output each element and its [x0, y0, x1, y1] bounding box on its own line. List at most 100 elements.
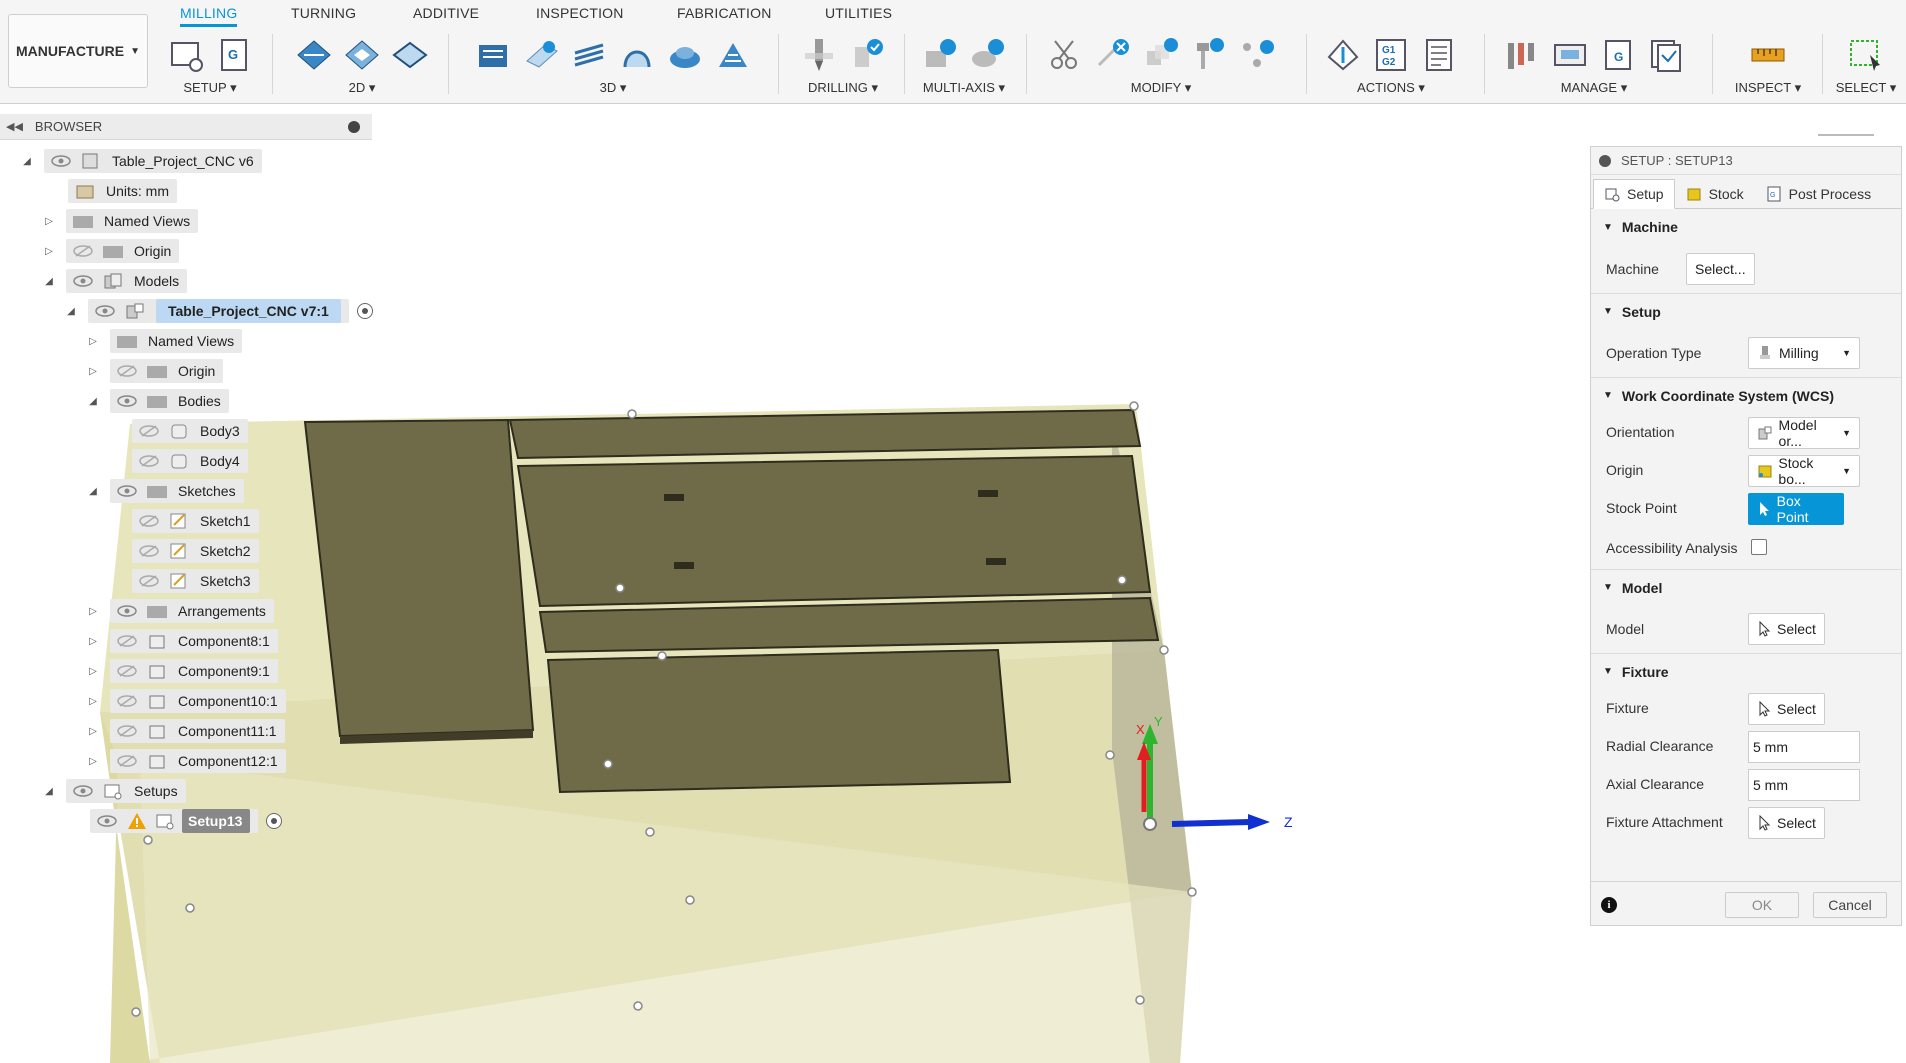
group-modify[interactable]: MODIFY ▾ — [1036, 36, 1286, 100]
expand-triangle-icon[interactable]: ▷ — [86, 636, 100, 647]
tab-additive[interactable]: ADDITIVE — [413, 5, 479, 21]
group-inspect[interactable]: INSPECT ▾ — [1722, 36, 1814, 100]
group-2d[interactable]: 2D ▾ — [282, 36, 442, 100]
post-library-icon[interactable] — [1647, 36, 1685, 74]
eye-icon[interactable] — [116, 604, 138, 618]
tree-item-named-views-2[interactable]: ▷ Named Views — [86, 328, 243, 354]
manual-nc-icon[interactable] — [1190, 36, 1228, 74]
expand-triangle-icon[interactable]: ▷ — [86, 726, 100, 737]
hole-recognition-icon[interactable] — [848, 36, 886, 74]
eye-hidden-icon[interactable] — [138, 574, 160, 588]
collapse-triangle-icon[interactable]: ◢ — [64, 306, 78, 317]
scallop-icon[interactable] — [714, 36, 752, 74]
expand-triangle-icon[interactable]: ▷ — [86, 366, 100, 377]
model-select-button[interactable]: Select — [1748, 613, 1825, 645]
eye-hidden-icon[interactable] — [72, 244, 94, 258]
fixture-attachment-select-button[interactable]: Select — [1748, 807, 1825, 839]
2d-pocket-icon[interactable] — [343, 36, 381, 74]
part-left-panel[interactable] — [303, 418, 535, 744]
fixture-select-button[interactable]: Select — [1748, 693, 1825, 725]
group-setup[interactable]: G SETUP ▾ — [160, 36, 260, 100]
cut-icon[interactable] — [1046, 36, 1084, 74]
expand-triangle-icon[interactable]: ▷ — [86, 696, 100, 707]
activate-radio-icon[interactable] — [266, 813, 283, 829]
section-wcs[interactable]: ▼ Work Coordinate System (WCS) — [1591, 377, 1901, 413]
group-multi-axis[interactable]: MULTI-AXIS ▾ — [914, 36, 1014, 100]
expand-triangle-icon[interactable]: ▷ — [86, 606, 100, 617]
section-setup[interactable]: ▼ Setup — [1591, 293, 1901, 329]
eye-hidden-icon[interactable] — [116, 664, 138, 678]
tab-setup[interactable]: Setup — [1593, 179, 1675, 209]
browser-header[interactable]: ◀◀ BROWSER — [0, 114, 372, 140]
tree-item-models[interactable]: ◢ Models — [42, 268, 188, 294]
multiaxis-contour-icon[interactable] — [969, 36, 1007, 74]
origin-dropdown[interactable]: Stock bo... ▼ — [1748, 455, 1860, 487]
section-machine[interactable]: ▼ Machine — [1591, 209, 1901, 245]
eye-icon[interactable] — [116, 484, 138, 498]
tool-library-icon[interactable] — [1503, 36, 1541, 74]
part-middle-panel[interactable] — [516, 454, 1152, 608]
collapse-triangle-icon[interactable]: ◢ — [20, 156, 34, 167]
tree-item-origin-2[interactable]: ▷ Origin — [86, 358, 224, 384]
radial-clearance-input[interactable] — [1748, 731, 1860, 763]
tree-item-sketches[interactable]: ◢ Sketches — [86, 478, 244, 504]
operation-type-dropdown[interactable]: Milling ▼ — [1748, 337, 1860, 369]
eye-hidden-icon[interactable] — [116, 364, 138, 378]
group-select[interactable]: SELECT ▾ — [1826, 36, 1906, 100]
eye-hidden-icon[interactable] — [138, 424, 160, 438]
group-actions[interactable]: G1 G2 ACTIONS ▾ — [1316, 36, 1466, 100]
tree-item-setups[interactable]: ◢ Setups — [42, 778, 186, 804]
tree-item-component10[interactable]: ▷ Component10:1 — [86, 688, 286, 714]
tree-item-arrangements[interactable]: ▷ Arrangements — [86, 598, 274, 624]
viewcube[interactable] — [1818, 134, 1874, 140]
tree-item-body3[interactable]: Body3 — [132, 418, 248, 444]
collapse-icon[interactable]: ◀◀ — [6, 120, 23, 133]
drill-icon[interactable] — [800, 36, 838, 74]
dialog-title-bar[interactable]: SETUP : SETUP13 — [1591, 147, 1901, 175]
swarf-icon[interactable] — [921, 36, 959, 74]
tree-item-sketch2[interactable]: Sketch2 — [132, 538, 259, 564]
tree-item-sketch1[interactable]: Sketch1 — [132, 508, 259, 534]
tab-utilities[interactable]: UTILITIES — [825, 5, 892, 21]
tab-stock[interactable]: Stock — [1675, 179, 1755, 209]
tree-item-body4[interactable]: Body4 — [132, 448, 248, 474]
info-icon[interactable]: i — [1601, 897, 1617, 913]
expand-triangle-icon[interactable]: ▷ — [42, 216, 56, 227]
tree-item-component12[interactable]: ▷ Component12:1 — [86, 748, 286, 774]
eye-hidden-icon[interactable] — [138, 454, 160, 468]
tree-item-setup13[interactable]: Setup13 — [90, 808, 283, 834]
tree-item-component8[interactable]: ▷ Component8:1 — [86, 628, 278, 654]
dialog-collapse-icon[interactable] — [1599, 154, 1611, 167]
eye-icon[interactable] — [96, 814, 118, 828]
2d-adaptive-icon[interactable] — [295, 36, 333, 74]
expand-triangle-icon[interactable]: ▷ — [86, 336, 100, 347]
eye-hidden-icon[interactable] — [116, 634, 138, 648]
delete-toolpath-icon[interactable] — [1094, 36, 1132, 74]
orientation-dropdown[interactable]: Model or... ▼ — [1748, 417, 1860, 449]
face-icon[interactable] — [391, 36, 429, 74]
parallel-icon[interactable] — [666, 36, 704, 74]
eye-icon[interactable] — [72, 784, 94, 798]
tree-item-named-views[interactable]: ▷ Named Views — [42, 208, 199, 234]
group-drilling[interactable]: DRILLING ▾ — [788, 36, 898, 100]
collapse-triangle-icon[interactable]: ◢ — [42, 786, 56, 797]
steep-shallow-icon[interactable] — [570, 36, 608, 74]
eye-icon[interactable] — [94, 304, 116, 318]
ok-button[interactable]: OK — [1725, 892, 1799, 918]
collapse-triangle-icon[interactable]: ◢ — [42, 276, 56, 287]
section-fixture[interactable]: ▼ Fixture — [1591, 653, 1901, 689]
tab-milling[interactable]: MILLING — [180, 5, 238, 27]
tree-item-component11[interactable]: ▷ Component11:1 — [86, 718, 285, 744]
tab-inspection[interactable]: INSPECTION — [536, 5, 624, 21]
tab-post-process[interactable]: G Post Process — [1755, 179, 1882, 209]
accessibility-checkbox[interactable] — [1751, 539, 1767, 555]
activate-radio-icon[interactable] — [356, 303, 373, 319]
eye-hidden-icon[interactable] — [116, 754, 138, 768]
tree-item-root[interactable]: ◢ Table_Project_CNC v6 — [20, 148, 262, 174]
machine-library-icon[interactable] — [1551, 36, 1589, 74]
tree-item-origin[interactable]: ▷ Origin — [42, 238, 180, 264]
collapse-triangle-icon[interactable]: ◢ — [86, 486, 100, 497]
tab-fabrication[interactable]: FABRICATION — [677, 5, 772, 21]
tree-item-bodies[interactable]: ◢ Bodies — [86, 388, 229, 414]
post-process-icon[interactable]: G1 G2 — [1372, 36, 1410, 74]
